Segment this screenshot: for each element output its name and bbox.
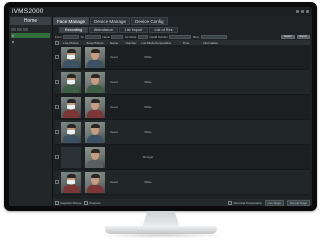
main-panel: Face Manage Device Manage Device Config … <box>53 16 312 206</box>
live-picture[interactable] <box>59 96 83 118</box>
to-date-input[interactable] <box>85 34 101 39</box>
snap-picture[interactable] <box>83 96 107 118</box>
cell-name: Guest <box>110 105 118 109</box>
header-number[interactable]: Number <box>121 41 141 45</box>
cell-name: Guest <box>110 55 118 59</box>
tab-device-manage[interactable]: Device Manage <box>90 17 131 25</box>
table-row[interactable]: Guest White <box>55 45 310 70</box>
header-list-mode[interactable]: List Mode <box>141 41 155 45</box>
cell-list-mode: White <box>144 105 152 109</box>
folder-icon <box>12 34 14 37</box>
progress-toggle[interactable]: Progress <box>84 200 101 205</box>
live-picture[interactable] <box>59 46 83 68</box>
tab-device-config[interactable]: Device Config <box>131 17 168 25</box>
home-tab[interactable]: Home <box>10 17 51 25</box>
cell-name: Guest <box>110 130 118 134</box>
minimize-icon[interactable] <box>296 10 299 13</box>
from-date-input[interactable] <box>63 34 80 39</box>
records-table: Live Picture Snap Picture Name Number Li… <box>55 40 310 198</box>
live-picture[interactable] <box>59 171 83 193</box>
header-live-picture[interactable]: Live Picture <box>59 41 83 45</box>
maximize-icon[interactable] <box>301 10 304 13</box>
tab-recording[interactable]: Recording <box>59 27 88 33</box>
close-icon[interactable] <box>306 10 309 13</box>
sub-tabs: Recording Attendance List Import List of… <box>59 27 178 33</box>
tab-list-import[interactable]: List Import <box>119 27 148 33</box>
snapshot-toggle[interactable]: Snapshot Picture <box>55 200 81 205</box>
number-input[interactable] <box>169 34 192 39</box>
status-bar: Snapshot Picture Progress Abnormal Tempe… <box>53 199 312 206</box>
normal-stage-button[interactable]: Normal Stage <box>286 199 310 206</box>
snap-picture[interactable] <box>83 121 107 143</box>
app-window: iVMS2000 Home Face Manage Device Manage … <box>9 7 312 206</box>
tree-add-icon[interactable] <box>11 27 16 31</box>
snap-picture[interactable] <box>83 46 107 68</box>
monitor-shadow <box>96 233 226 238</box>
tree-refresh-icon[interactable] <box>23 27 28 31</box>
search-button[interactable]: Search <box>280 34 295 39</box>
abnormal-temperature-toggle[interactable]: Abnormal Temperature <box>228 200 262 205</box>
mode-label: Ice Mode <box>124 34 137 39</box>
module-tabs: Face Manage Device Manage Device Config <box>53 17 168 25</box>
device-tree-panel: Home <box>9 16 53 206</box>
table-row[interactable]: Guest White <box>55 120 310 145</box>
app-title: iVMS2000 <box>12 8 44 15</box>
table-row[interactable]: Guest White <box>55 70 310 95</box>
tree-item-device[interactable] <box>11 39 50 44</box>
live-picture[interactable] <box>59 71 83 93</box>
snap-picture[interactable] <box>83 146 107 168</box>
table-row[interactable]: Guest White <box>55 95 310 120</box>
live-picture[interactable] <box>59 146 83 168</box>
table-body: Guest White Guest White Guest White Guest White… <box>55 45 310 195</box>
cell-list-mode: White <box>144 55 152 59</box>
number-label: Card# Number <box>149 34 168 39</box>
table-header: Live Picture Snap Picture Name Number Li… <box>55 40 310 45</box>
table-row[interactable]: Guest White <box>55 170 310 195</box>
header-time[interactable]: Time <box>171 41 201 45</box>
title-bar: iVMS2000 <box>9 7 312 16</box>
tree-item-group[interactable] <box>11 33 50 38</box>
cell-list-mode: White <box>144 180 152 184</box>
more-input[interactable] <box>200 34 227 39</box>
cell-name: Guest <box>110 80 118 84</box>
to-label: To <box>80 34 84 39</box>
snap-picture[interactable] <box>83 171 107 193</box>
filter-bar: From To Name Ice Mode Card# Number More … <box>55 34 310 39</box>
cell-list-mode: Stranger <box>142 155 154 159</box>
name-input[interactable] <box>111 34 124 39</box>
cell-name: Guest <box>110 180 118 184</box>
table-row[interactable]: Stranger <box>55 145 310 170</box>
tab-face-manage[interactable]: Face Manage <box>53 17 90 25</box>
header-name[interactable]: Name <box>107 41 121 45</box>
name-label: Name <box>102 34 110 39</box>
window-controls <box>296 10 309 13</box>
monitor-frame: iVMS2000 Home Face Manage Device Manage … <box>4 2 317 211</box>
header-snap-picture[interactable]: Snap Picture <box>83 41 107 45</box>
export-button[interactable]: Export <box>296 34 310 39</box>
snap-picture[interactable] <box>83 71 107 93</box>
tree-toolbar <box>11 27 50 31</box>
cell-list-mode: White <box>144 80 152 84</box>
more-label: More <box>192 34 200 39</box>
live-picture[interactable] <box>59 121 83 143</box>
live-stage-button[interactable]: Live Stage <box>264 199 284 206</box>
camera-icon <box>12 40 14 43</box>
tab-attendance[interactable]: Attendance <box>89 27 118 33</box>
from-label: From <box>55 34 62 39</box>
tree-remove-icon[interactable] <box>17 27 22 31</box>
header-information[interactable]: Information <box>201 41 310 45</box>
tab-list-of-res[interactable]: List of Res <box>149 27 178 33</box>
header-temperature[interactable]: Temperature <box>155 41 171 45</box>
mode-select[interactable] <box>137 34 148 39</box>
cell-list-mode: White <box>144 130 152 134</box>
